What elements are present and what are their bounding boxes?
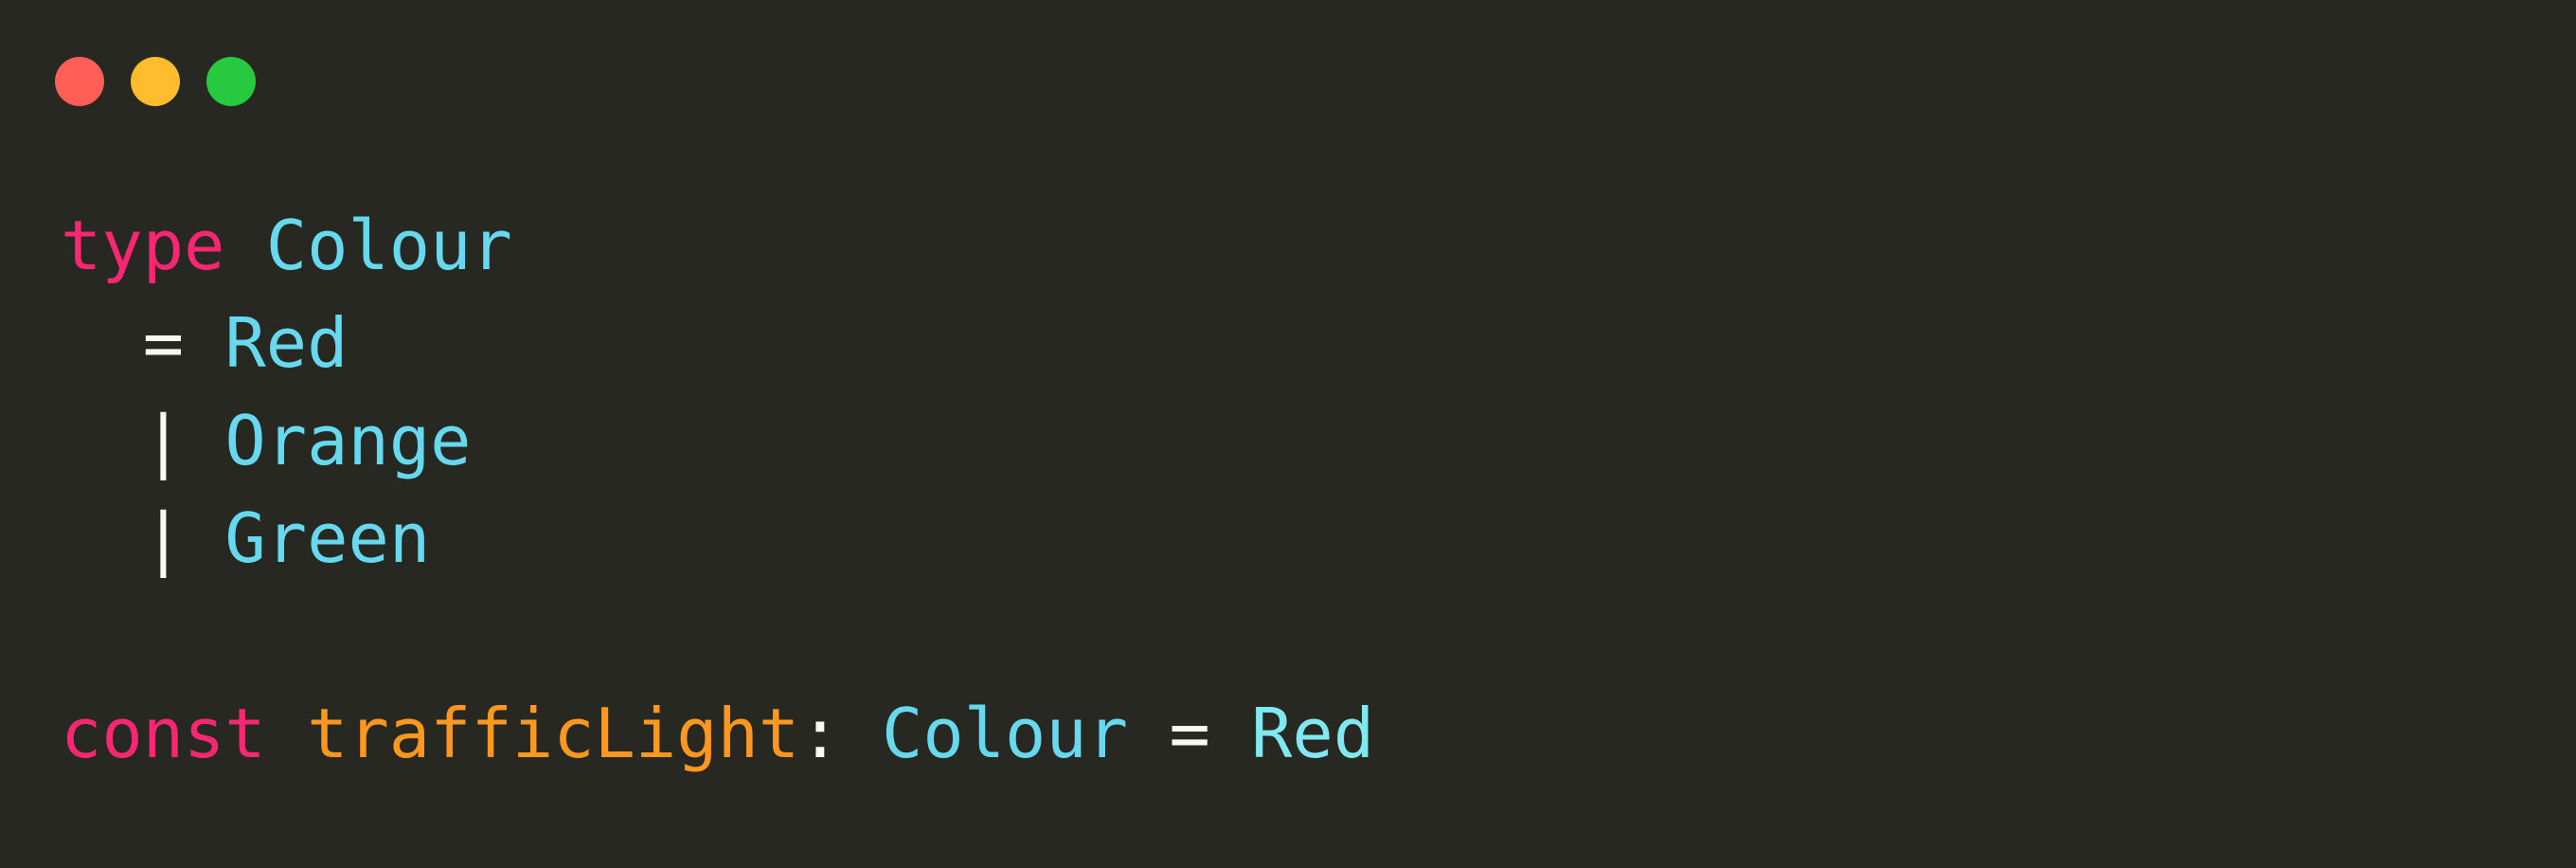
minimize-window-button[interactable] [131,57,180,106]
identifier-traffic-light: trafficLight [307,694,800,773]
code-line-4: | Green [61,490,1374,588]
pipe-operator: | [142,498,185,578]
code-line-1: type Colour [61,197,1374,295]
assignment-operator: = [1169,694,1210,773]
code-line-3: | Orange [61,392,1374,490]
variant-red: Red [224,303,349,383]
variant-green: Green [224,498,431,578]
code-block: type Colour = Red | Orange | Green const… [61,197,1374,783]
maximize-window-button[interactable] [206,57,256,106]
code-line-6: const trafficLight: Colour = Red [61,685,1374,783]
keyword-type: type [61,206,225,285]
variant-orange: Orange [224,401,472,480]
type-annotation: Colour [882,694,1129,773]
equals-operator: = [142,303,185,383]
pipe-operator: | [142,401,185,480]
keyword-const: const [61,694,266,773]
close-window-button[interactable] [55,57,104,106]
code-window: type Colour = Red | Orange | Green const… [0,0,2576,868]
code-line-2: = Red [61,295,1374,392]
type-name: Colour [265,206,512,285]
title-bar [0,0,2576,133]
code-line-5-blank [61,588,1374,685]
colon-punctuation: : [799,694,841,773]
assigned-value: Red [1251,694,1375,773]
